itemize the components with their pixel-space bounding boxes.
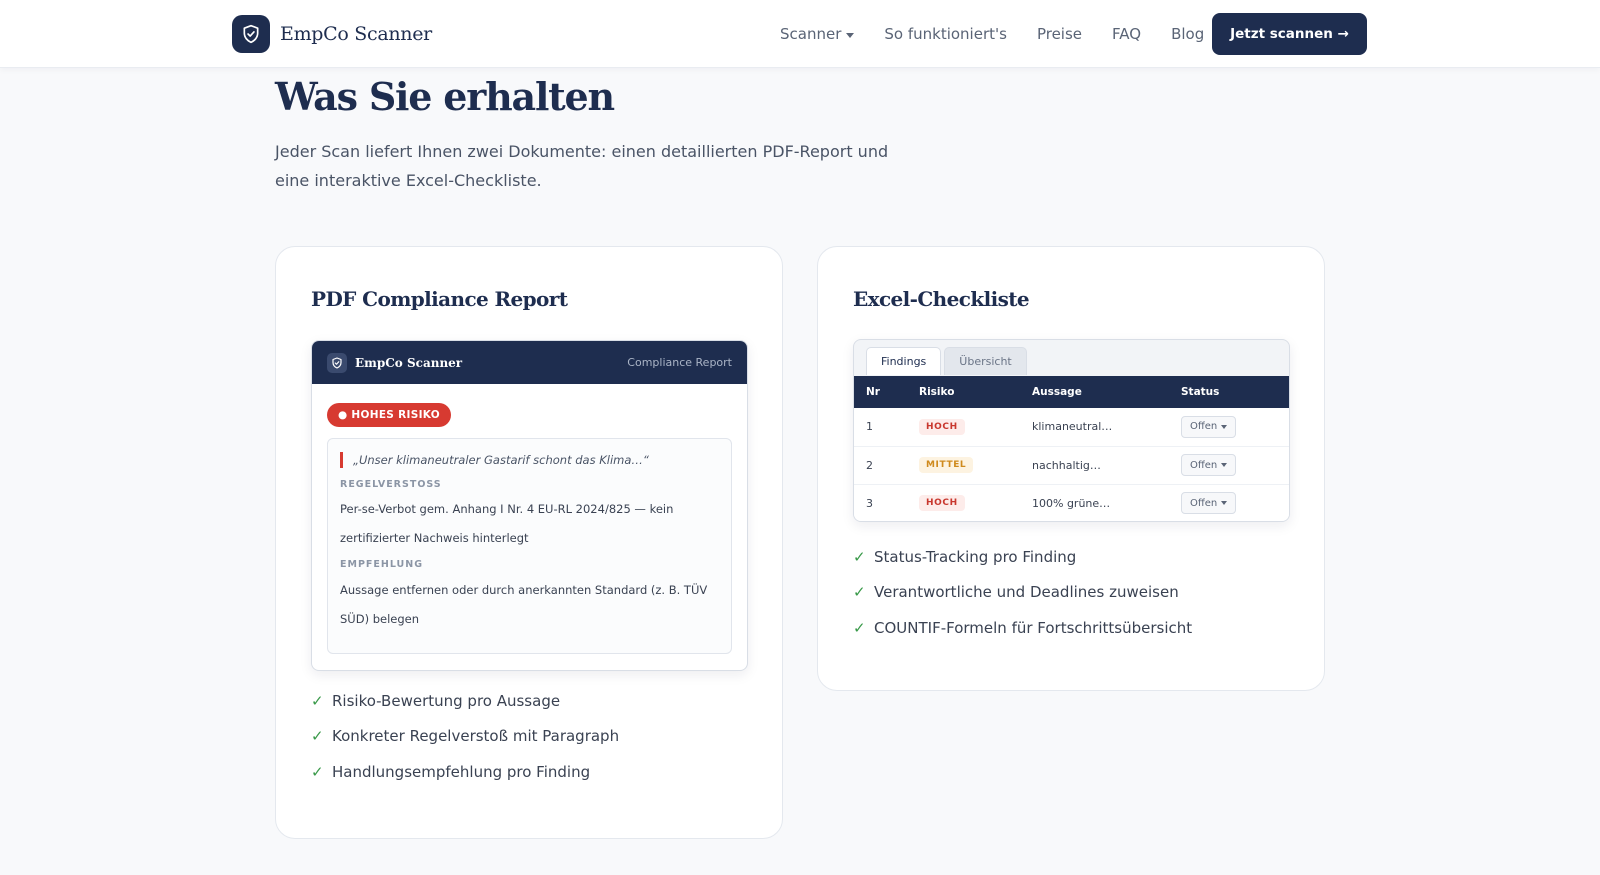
risk-tag: HOCH [919,495,965,512]
nav-item-blog[interactable]: Blog [1171,25,1204,43]
feature-item: ✓ COUNTIF-Formeln für Fortschrittsübersi… [853,610,1192,646]
chevron-down-icon [1221,463,1228,467]
status-dropdown[interactable]: Offen [1181,415,1237,438]
column-header-risk: Risiko [907,376,1020,408]
pdf-header-label: Compliance Report [627,356,732,369]
table-row: 1 HOCH klimaneutral… Offen [854,408,1289,447]
pdf-preview-header: EmpCo Scanner Compliance Report [312,341,747,384]
excel-checklist-card: Excel-Checkliste Findings Übersicht Nr R… [817,246,1325,691]
feature-item: ✓ Verantwortliche und Deadlines zuweisen [853,575,1192,611]
check-icon: ✓ [311,691,324,710]
recommendation-label: EMPFEHLUNG [340,559,424,570]
check-icon: ✓ [853,618,866,637]
check-icon: ✓ [853,547,866,566]
card-title: Excel-Checkliste [853,287,1030,311]
excel-checklist-preview: Findings Übersicht Nr Risiko Aussage Sta… [853,339,1290,522]
row-number: 3 [866,496,873,510]
column-header-nr: Nr [854,376,907,408]
nav-item-faq[interactable]: FAQ [1112,25,1141,43]
claim-cell: klimaneutral… [1020,408,1169,447]
shield-check-icon [232,15,270,53]
nav-item-label: Scanner [780,25,842,43]
status-value: Offen [1190,497,1218,509]
tab-findings[interactable]: Findings [866,347,942,375]
sheet-tabs: Findings Übersicht [866,347,1027,375]
feature-label: Risiko-Bewertung pro Aussage [332,691,561,710]
chevron-down-icon [1221,501,1228,506]
nav-item-pricing[interactable]: Preise [1037,25,1082,43]
pdf-brand: EmpCo Scanner [327,352,463,373]
pdf-report-card: PDF Compliance Report EmpCo Scanner Comp… [275,246,783,839]
findings-table: Nr Risiko Aussage Status 1 HOCH klimaneu… [854,376,1289,521]
main-nav: Scanner So funktioniert's Preise FAQ Blo… [780,0,1204,68]
feature-item: ✓ Handlungsempfehlung pro Finding [311,754,619,790]
row-number: 2 [854,446,907,485]
finding-quote: „Unser klimaneutraler Gastarif schont da… [340,452,649,468]
feature-item: ✓ Status-Tracking pro Finding [853,539,1192,575]
violation-text: Per-se-Verbot gem. Anhang I Nr. 4 EU-RL … [340,502,674,545]
shield-check-icon [327,352,347,373]
check-icon: ✓ [311,762,324,781]
feature-label: Verantwortliche und Deadlines zuweisen [874,583,1179,602]
feature-label: Status-Tracking pro Finding [874,547,1077,566]
claim-cell: nachhaltig… [1020,446,1169,485]
recommendation-text: Aussage entfernen oder durch anerkannten… [340,583,708,626]
pdf-feature-list: ✓ Risiko-Bewertung pro Aussage ✓ Konkret… [311,683,619,790]
feature-label: Handlungsempfehlung pro Finding [332,762,591,781]
card-title: PDF Compliance Report [311,287,568,311]
column-header-claim: Aussage [1020,376,1169,408]
risk-tag: HOCH [919,418,965,435]
table-row: 2 MITTEL nachhaltig… Offen [854,446,1289,485]
feature-label: COUNTIF-Formeln für Fortschrittsübersich… [874,618,1193,637]
risk-tag: MITTEL [919,457,974,473]
chevron-down-icon [1221,424,1228,429]
feature-label: Konkreter Regelverstoß mit Paragraph [332,727,620,746]
finding-box: „Unser klimaneutraler Gastarif schont da… [327,438,732,654]
feature-item: ✓ Konkreter Regelverstoß mit Paragraph [311,719,619,755]
site-header: EmpCo Scanner Scanner So funktioniert's … [0,0,1600,68]
logo-text: EmpCo Scanner [280,23,432,45]
table-row: 3 HOCH 100% grüne… Offen [854,484,1289,521]
pdf-brand-text: EmpCo Scanner [355,355,463,370]
chevron-down-icon [846,32,855,38]
status-dropdown[interactable]: Offen [1181,454,1237,476]
check-icon: ✓ [311,727,324,746]
excel-feature-list: ✓ Status-Tracking pro Finding ✓ Verantwo… [853,539,1192,646]
feature-item: ✓ Risiko-Bewertung pro Aussage [311,683,619,719]
nav-item-scanner[interactable]: Scanner [780,25,855,43]
nav-item-how-it-works[interactable]: So funktioniert's [884,25,1007,43]
section-lead: Jeder Scan liefert Ihnen zwei Dokumente:… [275,142,889,190]
scan-now-button[interactable]: Jetzt scannen → [1212,13,1367,55]
status-value: Offen [1190,459,1218,471]
check-icon: ✓ [853,583,866,602]
logo-link[interactable]: EmpCo Scanner [232,15,432,53]
violation-label: REGELVERSTOSS [340,479,442,490]
claim-cell: 100% grüne… [1032,496,1111,510]
risk-badge: ● HOHES RISIKO [327,403,451,427]
status-value: Offen [1190,421,1218,433]
section-title: Was Sie erhalten [275,74,615,119]
table-header-row: Nr Risiko Aussage Status [854,376,1289,408]
column-header-status: Status [1169,376,1289,408]
pdf-report-preview: EmpCo Scanner Compliance Report ● HOHES … [311,340,748,671]
tab-overview[interactable]: Übersicht [944,347,1027,375]
row-number: 1 [854,408,907,447]
status-dropdown[interactable]: Offen [1181,492,1237,515]
